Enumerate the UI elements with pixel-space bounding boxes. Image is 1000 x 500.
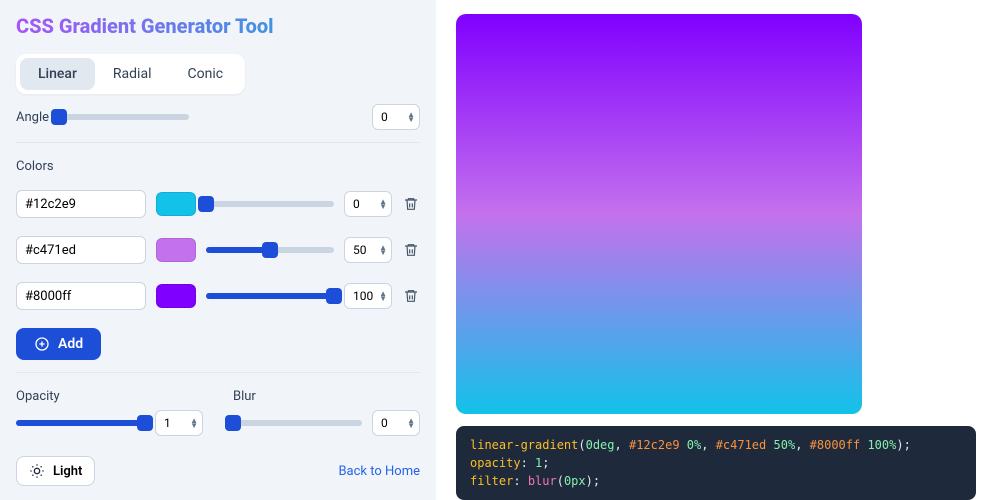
angle-label: Angle [16,110,49,125]
position-slider[interactable] [206,288,334,304]
hex-input[interactable]: #c471ed [16,236,146,264]
opacity-input[interactable]: 1▲▼ [155,410,203,436]
angle-slider[interactable] [59,109,189,125]
position-slider[interactable] [206,196,334,212]
blur-label: Blur [233,389,420,404]
color-swatch[interactable] [156,192,196,216]
hex-input[interactable]: #8000ff [16,282,146,310]
back-to-home-link[interactable]: Back to Home [338,464,420,479]
tab-conic[interactable]: Conic [169,58,241,90]
blur-input[interactable]: 0▲▼ [372,410,420,436]
gradient-preview [456,14,862,414]
delete-icon[interactable] [402,287,420,305]
gradient-type-tabs: Linear Radial Conic [16,54,245,94]
delete-icon[interactable] [402,195,420,213]
page-title: CSS Gradient Generator Tool [16,14,420,38]
plus-circle-icon [34,336,50,352]
position-input[interactable]: 100▲▼ [344,283,392,309]
tab-linear[interactable]: Linear [20,58,95,90]
color-stop-row: #8000ff 100▲▼ [16,282,420,310]
add-color-button[interactable]: Add [16,328,101,360]
sun-icon [29,463,45,479]
position-slider[interactable] [206,242,334,258]
colors-label: Colors [16,159,420,174]
code-output: linear-gradient(0deg, #12c2e9 0%, #c471e… [456,426,976,500]
opacity-slider[interactable] [16,415,145,431]
color-stop-row: #c471ed 50▲▼ [16,236,420,264]
color-stop-row: #12c2e9 0▲▼ [16,190,420,218]
delete-icon[interactable] [402,241,420,259]
angle-input[interactable]: 0▲▼ [372,104,420,130]
color-swatch[interactable] [156,284,196,308]
divider [16,372,420,373]
theme-toggle-button[interactable]: Light [16,456,95,486]
divider [16,142,420,143]
position-input[interactable]: 50▲▼ [344,237,392,263]
tab-radial[interactable]: Radial [95,58,170,90]
hex-input[interactable]: #12c2e9 [16,190,146,218]
color-swatch[interactable] [156,238,196,262]
position-input[interactable]: 0▲▼ [344,191,392,217]
opacity-label: Opacity [16,389,203,404]
blur-slider[interactable] [233,415,362,431]
